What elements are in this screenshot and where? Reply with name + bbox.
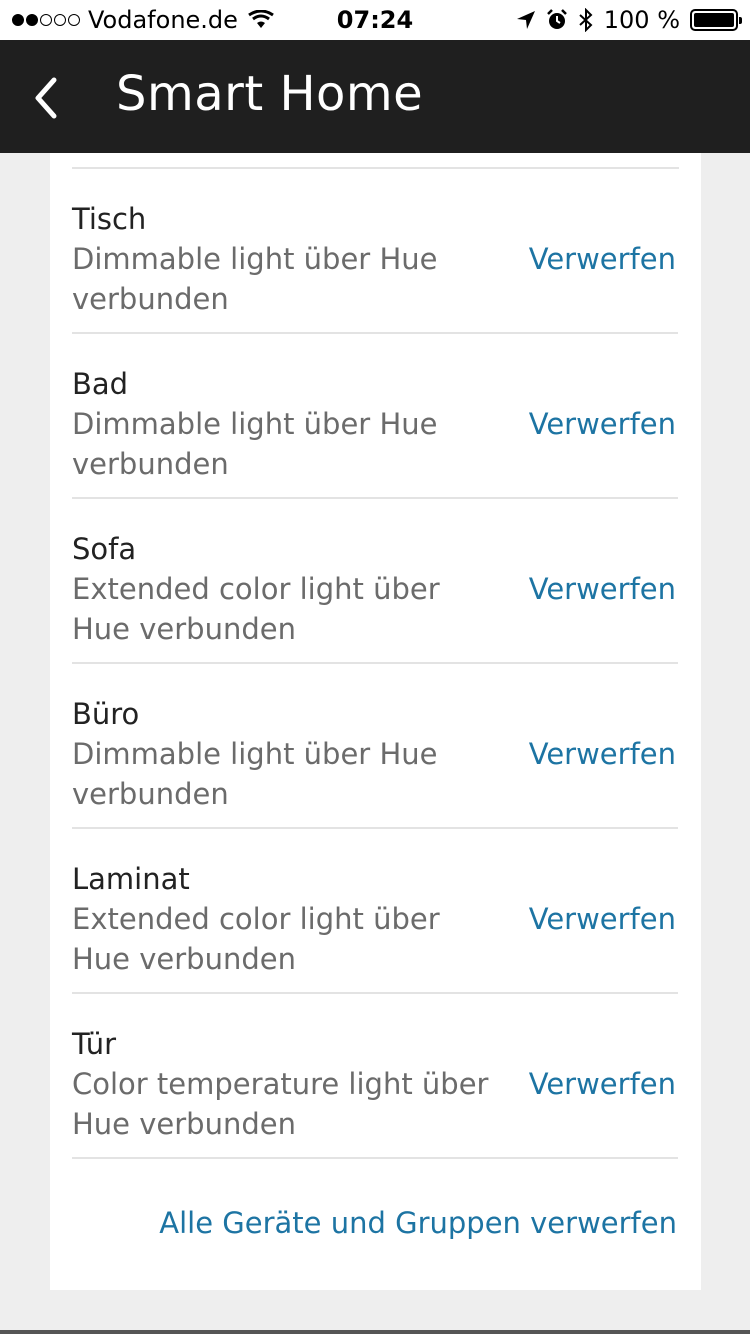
device-name: Büro [72,697,140,731]
back-button[interactable] [24,70,84,126]
page-title: Smart Home [116,66,424,122]
discard-button[interactable]: Verwerfen [529,239,676,279]
location-arrow-icon [516,11,535,29]
device-description: Color temperature light über Hue verbund… [72,1067,489,1141]
discard-button[interactable]: Verwerfen [529,734,676,774]
device-name: Sofa [72,532,137,566]
status-bar: Vodafone.de 07:24 100 % [0,0,750,40]
chevron-left-icon [35,77,57,119]
device-description: Extended color light über Hue verbunden [72,572,440,646]
discard-button[interactable]: Verwerfen [529,404,676,444]
battery-percentage: 100 % [603,6,680,34]
device-description: Extended color light über Hue verbunden [72,902,440,976]
discard-button[interactable]: Verwerfen [529,1064,676,1104]
device-row-sofa: Sofa Extended color light über Hue verbu… [72,499,678,664]
battery-icon [690,9,742,31]
discard-button[interactable]: Verwerfen [529,569,676,609]
discard-button[interactable]: Verwerfen [529,899,676,939]
device-row-tisch: Tisch Dimmable light über Hue verbunden … [72,169,678,334]
status-right: 100 % [516,6,742,34]
device-list-card: Tisch Dimmable light über Hue verbunden … [50,153,701,1290]
navigation-bar: Smart Home [0,40,750,153]
device-name: Tisch [72,202,147,236]
device-row-bad: Bad Dimmable light über Hue verbunden Ve… [72,334,678,499]
device-description: Dimmable light über Hue verbunden [72,407,438,481]
device-row-tuer: Tür Color temperature light über Hue ver… [72,994,678,1159]
device-row-buero: Büro Dimmable light über Hue verbunden V… [72,664,678,829]
bluetooth-icon [579,8,593,32]
device-description: Dimmable light über Hue verbunden [72,737,438,811]
device-name: Bad [72,367,129,401]
alarm-clock-icon [546,9,567,29]
bottom-divider [0,1330,750,1334]
device-description: Dimmable light über Hue verbunden [72,242,438,316]
device-row-laminat: Laminat Extended color light über Hue ve… [72,829,678,994]
discard-all-button[interactable]: Alle Geräte und Gruppen verwerfen [159,1203,677,1243]
device-name: Tür [72,1027,117,1061]
device-name: Laminat [72,862,190,896]
